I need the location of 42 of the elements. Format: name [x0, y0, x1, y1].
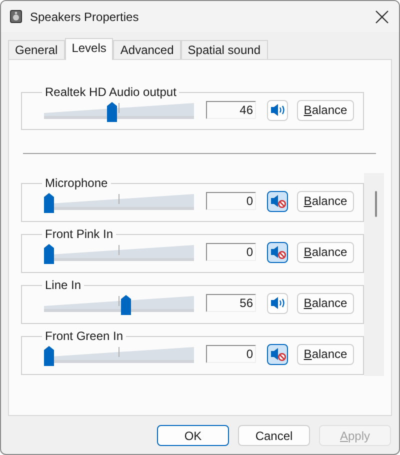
slider-thumb[interactable] [44, 346, 54, 366]
volume-value[interactable]: 0 [206, 192, 256, 210]
volume-value[interactable]: 0 [206, 345, 256, 363]
speaker-icon [270, 103, 286, 117]
mute-button[interactable] [267, 190, 288, 212]
channel-label: Line In [44, 278, 82, 292]
mute-button[interactable] [267, 242, 288, 262]
slider-thumb[interactable] [44, 244, 54, 264]
volume-slider[interactable] [44, 190, 194, 212]
speaker-icon [10, 10, 22, 23]
window-title: Speakers Properties [30, 10, 140, 24]
volume-slider[interactable] [44, 292, 194, 314]
slider-thumb[interactable] [121, 295, 132, 315]
tab[interactable]: Advanced [113, 40, 181, 59]
channel-label: Microphone [44, 176, 109, 190]
tab[interactable]: General [8, 40, 65, 59]
volume-value[interactable]: 46 [206, 101, 256, 119]
close-icon[interactable] [375, 10, 389, 24]
volume-value[interactable]: 0 [206, 243, 256, 261]
balance-button[interactable]: Balance [297, 292, 354, 314]
mute-button[interactable] [267, 344, 288, 364]
volume-slider[interactable] [44, 343, 194, 365]
tab[interactable]: Levels [64, 38, 114, 60]
muted-speaker-icon [270, 347, 286, 361]
balance-button[interactable]: Balance [297, 344, 354, 364]
slider-thumb[interactable] [44, 193, 54, 213]
muted-speaker-icon [270, 194, 286, 208]
channel-label: Front Green In [44, 329, 124, 343]
volume-slider[interactable] [44, 99, 194, 121]
balance-button[interactable]: Balance [297, 242, 354, 262]
dialog-button[interactable]: OK [157, 425, 229, 446]
channel-label: Front Pink In [44, 227, 114, 241]
balance-button[interactable]: Balance [297, 100, 354, 120]
tab[interactable]: Spatial sound [180, 40, 268, 59]
volume-slider[interactable] [44, 241, 194, 263]
slider-thumb[interactable] [107, 102, 118, 122]
channel-label: Realtek HD Audio output [44, 85, 178, 99]
muted-speaker-icon [270, 245, 286, 259]
volume-value[interactable]: 56 [206, 294, 256, 312]
balance-button[interactable]: Balance [297, 190, 354, 212]
dialog-button[interactable]: Cancel [238, 425, 310, 446]
speaker-icon [270, 296, 286, 310]
